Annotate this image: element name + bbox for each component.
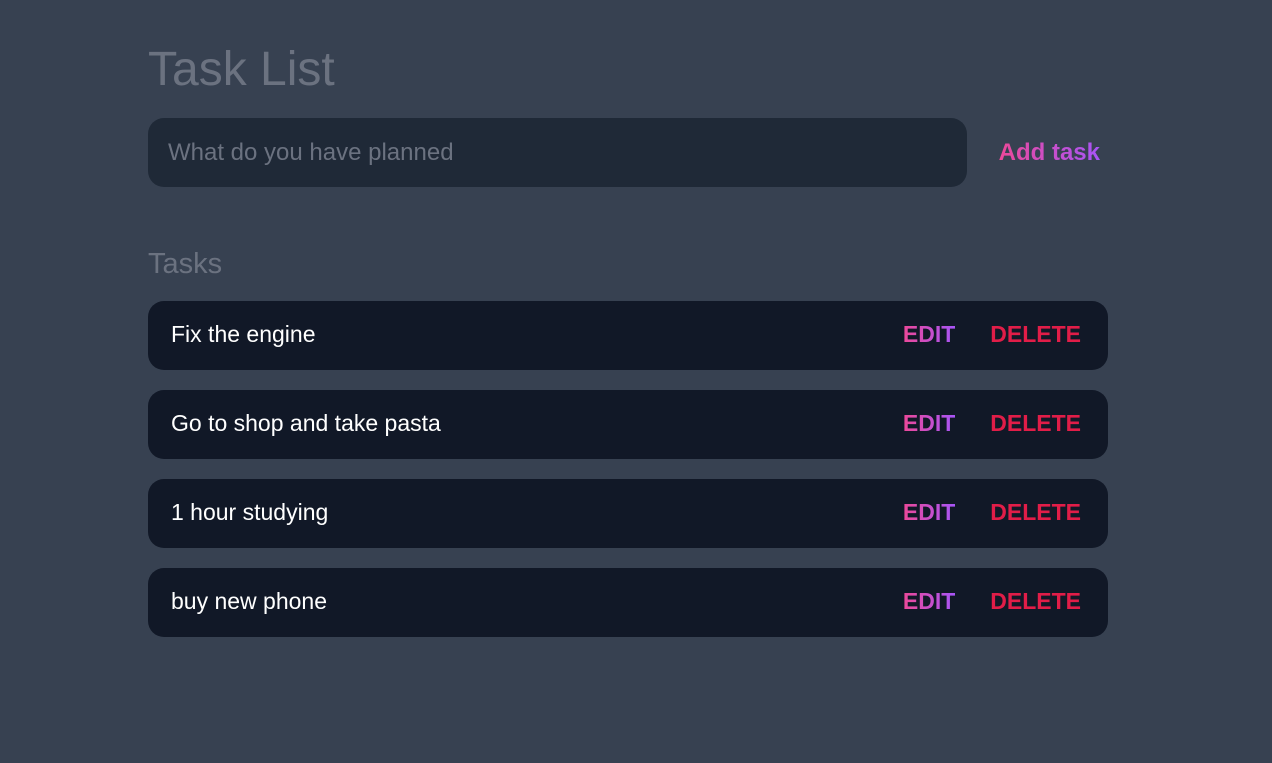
task-list: Fix the engine EDIT DELETE Go to shop an… [148, 301, 1108, 657]
new-task-input[interactable] [148, 118, 967, 187]
delete-task-button[interactable]: DELETE [990, 321, 1081, 348]
delete-task-button[interactable]: DELETE [990, 499, 1081, 526]
edit-task-button[interactable]: EDIT [903, 588, 955, 615]
add-task-form: Add task [148, 118, 1108, 187]
task-actions: EDIT DELETE [903, 479, 1081, 546]
task-text: buy new phone [171, 588, 328, 614]
edit-task-button[interactable]: EDIT [903, 499, 955, 526]
task-item: 1 hour studying EDIT DELETE [148, 479, 1108, 548]
task-item: Go to shop and take pasta EDIT DELETE [148, 390, 1108, 459]
tasks-section-title: Tasks [148, 248, 223, 280]
edit-task-button[interactable]: EDIT [903, 321, 955, 348]
edit-task-button[interactable]: EDIT [903, 410, 955, 437]
page-title: Task List [148, 43, 335, 96]
task-actions: EDIT DELETE [903, 301, 1081, 368]
delete-task-button[interactable]: DELETE [990, 410, 1081, 437]
task-item: buy new phone EDIT DELETE [148, 568, 1108, 637]
task-text: 1 hour studying [171, 499, 329, 525]
task-text: Fix the engine [171, 321, 316, 347]
task-item: Fix the engine EDIT DELETE [148, 301, 1108, 370]
task-text: Go to shop and take pasta [171, 410, 441, 436]
add-task-button[interactable]: Add task [999, 118, 1100, 187]
task-actions: EDIT DELETE [903, 390, 1081, 457]
task-actions: EDIT DELETE [903, 568, 1081, 635]
delete-task-button[interactable]: DELETE [990, 588, 1081, 615]
